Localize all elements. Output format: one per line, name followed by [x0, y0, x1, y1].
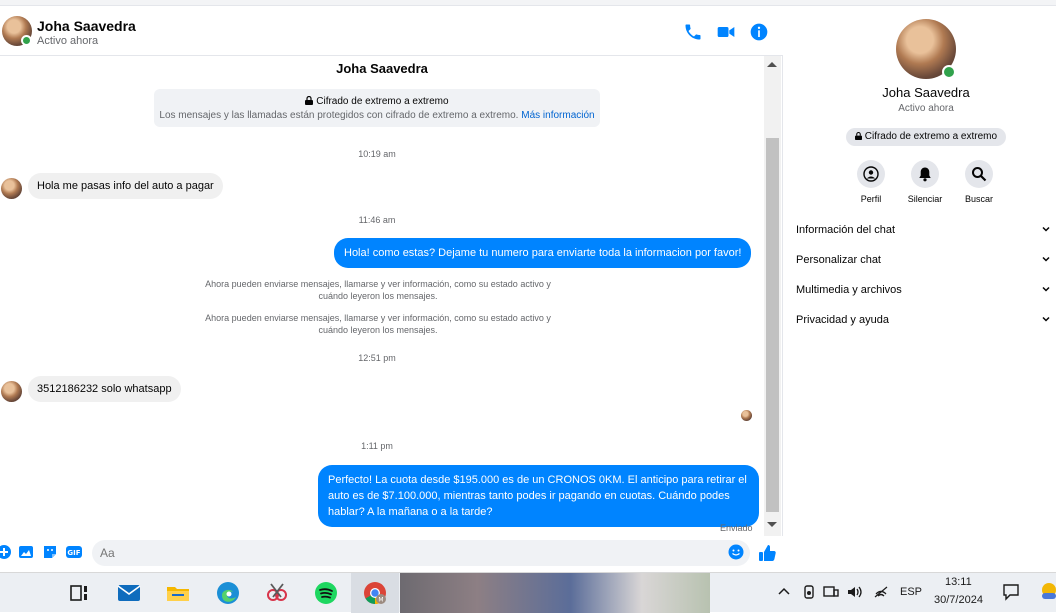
menu-privacy-help-label: Privacidad y ayuda	[796, 314, 889, 326]
mute-action-circle[interactable]	[911, 160, 939, 188]
profile-action[interactable]: Perfil	[841, 160, 901, 204]
conversation-details-panel: Joha Saavedra Activo ahora Cifrado de ex…	[784, 6, 1056, 572]
gif-icon[interactable]: GIF	[66, 544, 82, 560]
menu-customize-chat[interactable]: Personalizar chat	[796, 250, 1056, 272]
emoji-icon[interactable]	[728, 544, 744, 560]
plus-icon[interactable]	[0, 544, 12, 560]
incoming-message[interactable]: 3512186232 solo whatsapp	[28, 376, 181, 402]
search-action-label: Buscar	[964, 194, 993, 204]
e2e-badge: Cifrado de extremo a extremo	[846, 128, 1006, 146]
lock-icon	[305, 95, 314, 105]
e2e-notice-title-row: Cifrado de extremo a extremo	[154, 95, 600, 107]
system-notice: Ahora pueden enviarse mensajes, llamarse…	[205, 279, 551, 301]
timestamp: 10:19 am	[358, 149, 396, 159]
svg-text:M: M	[378, 597, 383, 604]
e2e-notice-title: Cifrado de extremo a extremo	[316, 96, 449, 107]
chat-header: Joha Saavedra Activo ahora	[0, 6, 783, 56]
volume-icon[interactable]	[847, 584, 863, 600]
mute-action-label: Silenciar	[907, 194, 943, 204]
e2e-notice: Cifrado de extremo a extremo Los mensaje…	[154, 89, 600, 127]
seen-avatar	[741, 410, 752, 421]
e2e-notice-body: Los mensajes y las llamadas están proteg…	[159, 110, 519, 121]
sender-avatar[interactable]	[1, 178, 22, 199]
profile-name: Joha Saavedra	[882, 85, 970, 100]
contact-name[interactable]: Joha Saavedra	[37, 18, 136, 34]
snipping-tool-icon[interactable]	[265, 581, 289, 605]
outgoing-message[interactable]: Perfecto! La cuota desde $195.000 es de …	[318, 465, 759, 527]
online-indicator	[942, 65, 956, 79]
menu-privacy-help[interactable]: Privacidad y ayuda	[796, 310, 1056, 332]
online-indicator	[21, 35, 32, 46]
video-icon[interactable]	[716, 22, 736, 42]
like-icon[interactable]	[758, 544, 776, 562]
menu-chat-info[interactable]: Información del chat	[796, 220, 1056, 242]
image-icon[interactable]	[18, 544, 34, 560]
scrollbar[interactable]	[764, 56, 781, 536]
message-list[interactable]: Joha Saavedra Cifrado de extremo a extre…	[0, 56, 764, 536]
profile-status: Activo ahora	[898, 103, 954, 114]
chevron-down-icon	[1042, 316, 1050, 322]
weather-icon[interactable]	[1040, 581, 1056, 603]
language-indicator[interactable]: ESP	[900, 586, 922, 598]
menu-media-files-label: Multimedia y archivos	[796, 284, 902, 296]
network-icon[interactable]	[823, 584, 839, 600]
chrome-icon[interactable]: M	[363, 581, 387, 605]
info-icon[interactable]	[749, 22, 769, 42]
scroll-up-arrow[interactable]	[767, 62, 777, 67]
incoming-message[interactable]: Hola me pasas info del auto a pagar	[28, 173, 223, 199]
timestamp: 1:11 pm	[361, 441, 393, 451]
svg-text:GIF: GIF	[67, 549, 80, 557]
search-action[interactable]: Buscar	[949, 160, 1009, 204]
timestamp: 11:46 am	[358, 215, 396, 225]
menu-customize-chat-label: Personalizar chat	[796, 254, 881, 266]
spotify-icon[interactable]	[314, 581, 338, 605]
chat-pane: Joha Saavedra Activo ahora Joha Saavedra…	[0, 6, 783, 572]
file-explorer-icon[interactable]	[166, 581, 190, 605]
lock-icon	[854, 132, 862, 140]
e2e-badge-label: Cifrado de extremo a extremo	[864, 131, 998, 142]
profile-action-circle[interactable]	[857, 160, 885, 188]
chevron-down-icon	[1042, 256, 1050, 262]
menu-media-files[interactable]: Multimedia y archivos	[796, 280, 1056, 302]
menu-chat-info-label: Información del chat	[796, 224, 896, 236]
edge-icon[interactable]	[216, 581, 240, 605]
conversation-title: Joha Saavedra	[336, 61, 428, 76]
profile-icon	[863, 166, 879, 182]
search-action-circle[interactable]	[965, 160, 993, 188]
scrollbar-thumb[interactable]	[766, 138, 779, 512]
sticker-icon[interactable]	[42, 544, 58, 560]
notifications-icon[interactable]	[1002, 583, 1020, 601]
contact-status: Activo ahora	[37, 35, 99, 47]
search-icon	[972, 167, 987, 182]
scroll-down-arrow[interactable]	[767, 522, 777, 527]
clock-time[interactable]: 13:11	[945, 576, 972, 588]
meet-now-icon[interactable]	[801, 584, 817, 600]
phone-icon[interactable]	[683, 22, 703, 42]
mail-icon[interactable]	[117, 581, 141, 605]
taskbar-wallpaper-strip	[400, 573, 710, 613]
timestamp: 12:51 pm	[358, 353, 396, 363]
sent-status: Enviado	[720, 523, 753, 533]
clock-date[interactable]: 30/7/2024	[934, 594, 983, 606]
sender-avatar[interactable]	[1, 381, 22, 402]
more-info-link[interactable]: Más información	[521, 110, 594, 121]
messenger-window: Joha Saavedra Activo ahora Joha Saavedra…	[0, 0, 1056, 572]
chevron-up-icon[interactable]	[777, 585, 791, 599]
system-notice: Ahora pueden enviarse mensajes, llamarse…	[205, 313, 551, 335]
outgoing-message[interactable]: Hola! como estas? Dejame tu numero para …	[334, 238, 752, 268]
chevron-down-icon	[1042, 226, 1050, 232]
wifi-icon[interactable]	[873, 584, 889, 600]
bell-icon	[919, 167, 931, 182]
e2e-notice-body-row: Los mensajes y las llamadas están proteg…	[154, 110, 600, 121]
task-view-icon[interactable]	[67, 581, 91, 605]
message-input[interactable]	[92, 540, 750, 566]
chevron-down-icon	[1042, 286, 1050, 292]
mute-action[interactable]: Silenciar	[895, 160, 955, 204]
taskbar: M ESP 13:11 30/7/2024	[0, 572, 1056, 613]
profile-action-label: Perfil	[860, 194, 882, 204]
composer: GIF	[0, 536, 783, 572]
